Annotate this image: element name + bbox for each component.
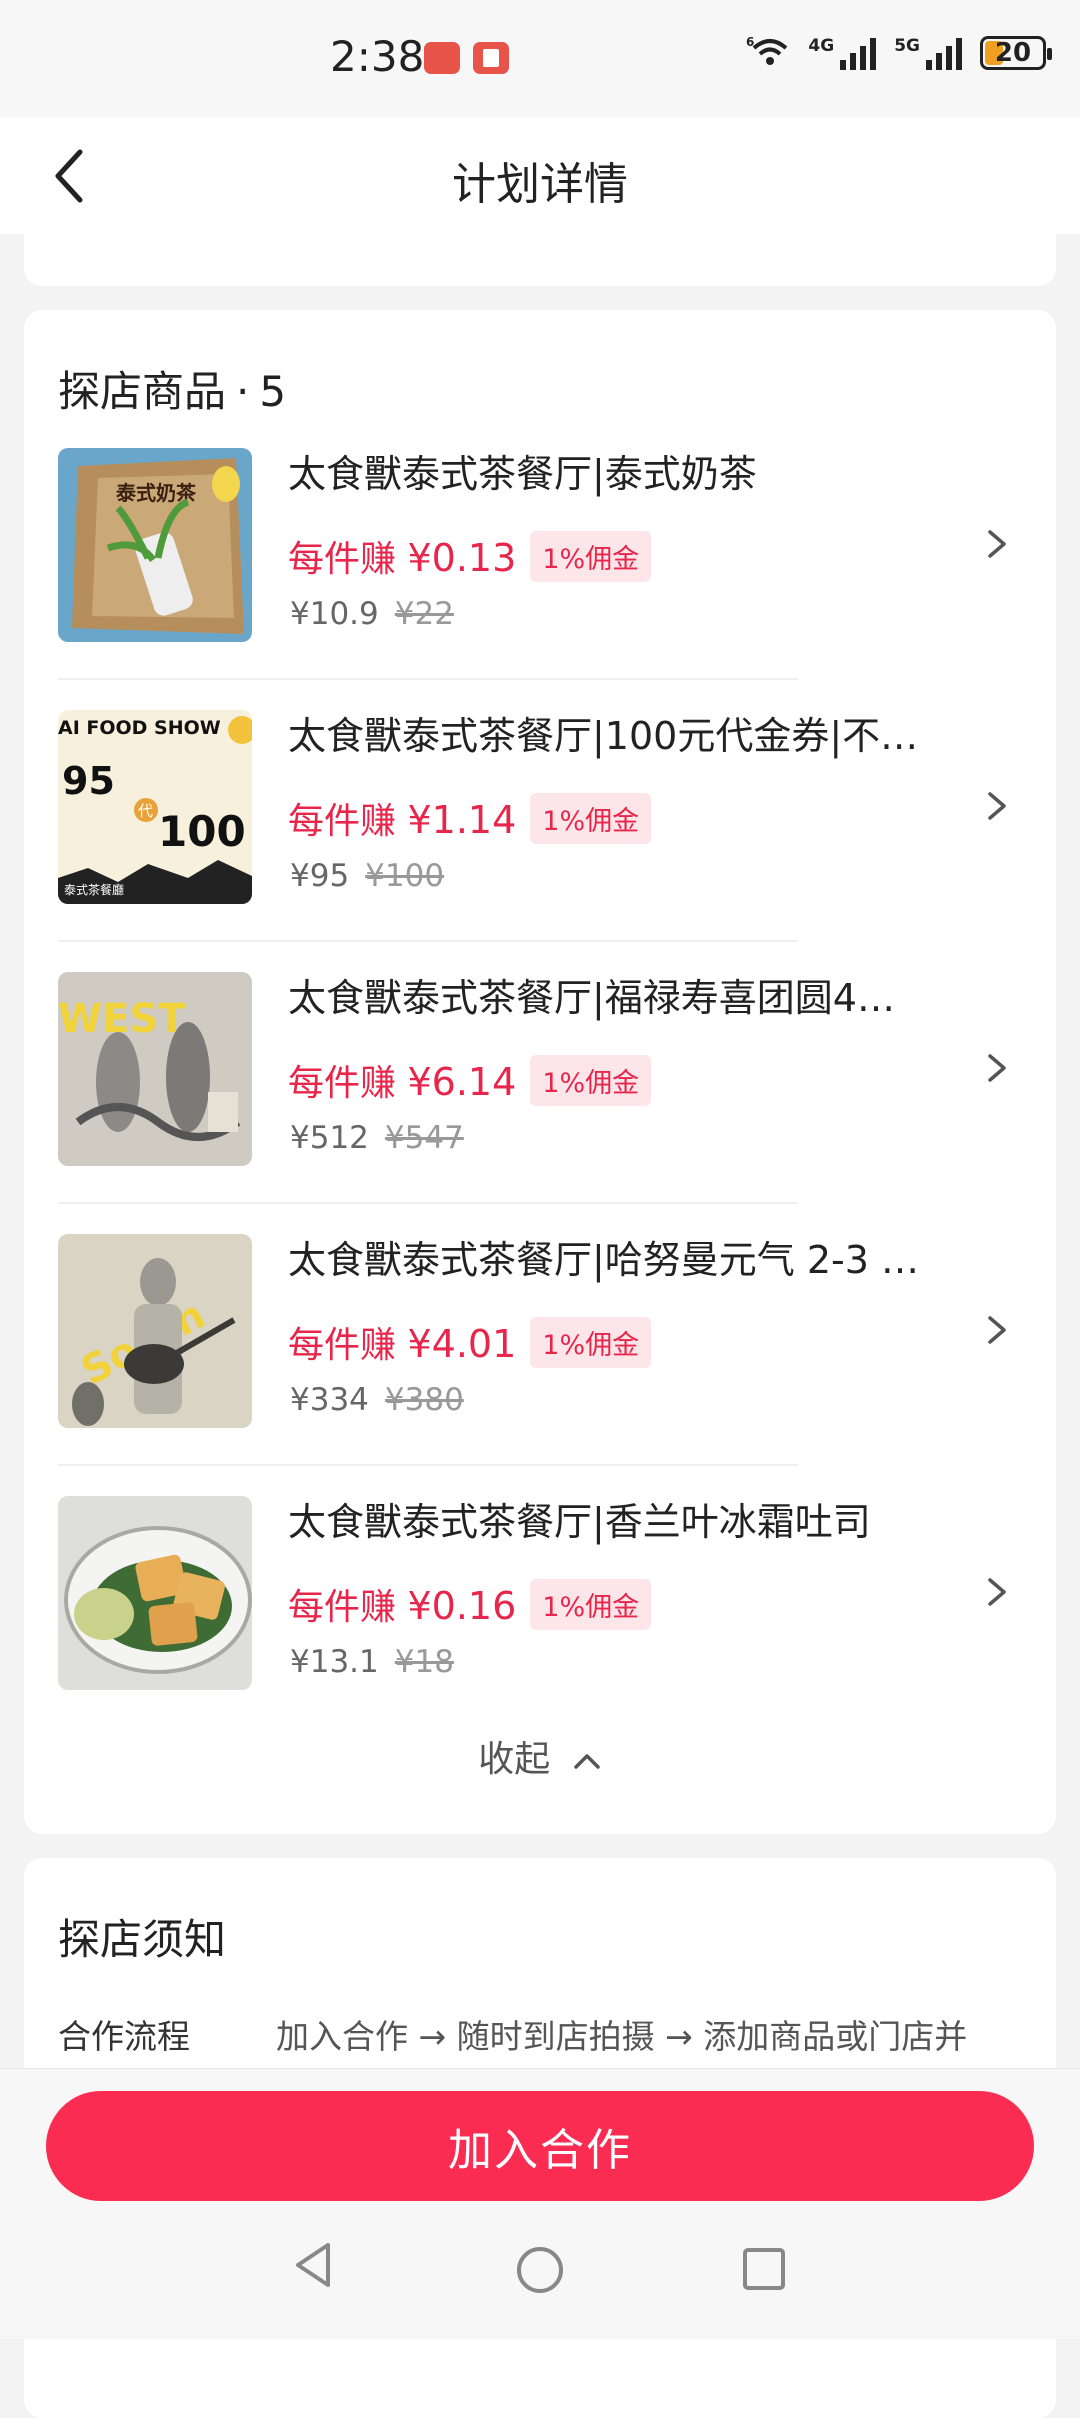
chevron-right-icon bbox=[988, 792, 1006, 820]
bottom-action-bar: 加入合作 bbox=[0, 2068, 1080, 2339]
svg-text:泰式茶餐廳: 泰式茶餐廳 bbox=[64, 882, 124, 897]
chevron-right-icon bbox=[988, 1054, 1006, 1082]
collapse-button[interactable]: 收起 bbox=[24, 1730, 1056, 1782]
commission-badge: 1%佣金 bbox=[530, 1054, 652, 1106]
battery-icon: 20 bbox=[980, 36, 1052, 70]
current-price: ¥10.9 bbox=[290, 596, 379, 632]
svg-text:100: 100 bbox=[158, 807, 246, 856]
original-price: ¥18 bbox=[394, 1644, 454, 1680]
chevron-right-icon bbox=[988, 1578, 1006, 1606]
join-cooperation-button[interactable]: 加入合作 bbox=[46, 2091, 1034, 2201]
clock: 2:38 bbox=[330, 32, 425, 81]
product-thumbnail: South bbox=[58, 1234, 252, 1428]
products-card: 探店商品 · 5 泰式奶茶 太食獸泰式茶餐厅|泰式奶茶 每件赚 ¥0.13 1%佣金… bbox=[24, 310, 1056, 1834]
nav-home-icon[interactable] bbox=[515, 2245, 565, 2295]
earn-amount: ¥0.16 bbox=[407, 1584, 517, 1628]
earn-row: 每件赚 ¥6.14 1%佣金 bbox=[288, 1054, 652, 1106]
nav-recent-icon[interactable] bbox=[742, 2247, 786, 2291]
book-app-icon bbox=[473, 42, 509, 74]
product-item[interactable]: 泰式奶茶 太食獸泰式茶餐厅|泰式奶茶 每件赚 ¥0.13 1%佣金 ¥10.9 ¥… bbox=[58, 448, 1018, 710]
price-row: ¥512 ¥547 bbox=[290, 1120, 464, 1156]
chevron-up-icon bbox=[573, 1754, 600, 1769]
earn-row: 每件赚 ¥0.13 1%佣金 bbox=[288, 530, 652, 582]
notice-value: 加入合作 → 随时到店拍摄 → 添加商品或门店并 bbox=[276, 2017, 968, 2056]
product-item[interactable]: 太食獸泰式茶餐厅|香兰叶冰霜吐司 每件赚 ¥0.16 1%佣金 ¥13.1 ¥18 bbox=[58, 1496, 1018, 1758]
svg-text:代: 代 bbox=[138, 802, 153, 820]
section-title: 探店须知 bbox=[58, 1915, 227, 1964]
price-row: ¥334 ¥380 bbox=[290, 1382, 464, 1418]
system-nav-bar bbox=[0, 2239, 1080, 2309]
huawei-app-icon bbox=[424, 42, 460, 74]
notice-row: 合作流程 加入合作 → 随时到店拍摄 → 添加商品或门店并 bbox=[58, 2010, 967, 2058]
divider bbox=[58, 1464, 798, 1466]
earn-amount: ¥4.01 bbox=[407, 1322, 517, 1366]
product-item[interactable]: WEST 太食獸泰式茶餐厅|福禄寿喜团圆4… 每件赚 ¥6.14 1%佣金 ¥5… bbox=[58, 972, 1018, 1234]
divider bbox=[58, 678, 798, 680]
earn-row: 每件赚 ¥0.16 1%佣金 bbox=[288, 1578, 652, 1630]
app-header: 计划详情 bbox=[0, 118, 1080, 234]
product-count: 5 bbox=[259, 367, 287, 416]
current-price: ¥334 bbox=[290, 1382, 369, 1418]
divider bbox=[58, 940, 798, 942]
price-row: ¥13.1 ¥18 bbox=[290, 1644, 454, 1680]
commission-badge: 1%佣金 bbox=[530, 530, 652, 582]
product-name: 太食獸泰式茶餐厅|100元代金券|不… bbox=[288, 714, 919, 758]
signal-5g-icon: 5G bbox=[894, 36, 962, 70]
earn-amount: ¥6.14 bbox=[407, 1060, 517, 1104]
earn-label: 每件赚 bbox=[288, 1325, 397, 1366]
earn-label: 每件赚 bbox=[288, 1587, 397, 1628]
divider bbox=[58, 1202, 798, 1204]
product-thumbnail: WEST bbox=[58, 972, 252, 1166]
notice-label: 合作流程 bbox=[58, 2017, 190, 2056]
earn-label: 每件赚 bbox=[288, 539, 397, 580]
earn-label: 每件赚 bbox=[288, 1063, 397, 1104]
product-thumbnail: 泰式奶茶 bbox=[58, 448, 252, 642]
previous-card bbox=[24, 232, 1056, 286]
status-bar: 2:38 6 4G 5G 20 bbox=[0, 0, 1080, 118]
original-price: ¥547 bbox=[384, 1120, 464, 1156]
commission-badge: 1%佣金 bbox=[530, 1578, 652, 1630]
wifi-icon: 6 bbox=[746, 34, 790, 72]
earn-label: 每件赚 bbox=[288, 801, 397, 842]
product-name: 太食獸泰式茶餐厅|香兰叶冰霜吐司 bbox=[288, 1500, 871, 1544]
svg-text:AI FOOD SHOW: AI FOOD SHOW bbox=[58, 717, 221, 739]
current-price: ¥13.1 bbox=[290, 1644, 379, 1680]
earn-row: 每件赚 ¥1.14 1%佣金 bbox=[288, 792, 652, 844]
price-row: ¥10.9 ¥22 bbox=[290, 596, 454, 632]
original-price: ¥22 bbox=[394, 596, 454, 632]
product-item[interactable]: South 太食獸泰式茶餐厅|哈努曼元气 2-3 … 每件赚 ¥4.01 1%佣… bbox=[58, 1234, 1018, 1496]
product-thumbnail bbox=[58, 1496, 252, 1690]
section-title: 探店商品 · 5 bbox=[58, 367, 287, 416]
commission-badge: 1%佣金 bbox=[530, 1316, 652, 1368]
page-title: 计划详情 bbox=[452, 159, 628, 210]
price-row: ¥95 ¥100 bbox=[290, 858, 444, 894]
original-price: ¥380 bbox=[384, 1382, 464, 1418]
chevron-right-icon bbox=[988, 1316, 1006, 1344]
collapse-label: 收起 bbox=[478, 1739, 551, 1780]
chevron-right-icon bbox=[988, 530, 1006, 558]
product-thumbnail: AI FOOD SHOW 95 代 100 泰式茶餐廳 bbox=[58, 710, 252, 904]
nav-back-icon[interactable] bbox=[290, 2239, 336, 2291]
product-name: 太食獸泰式茶餐厅|泰式奶茶 bbox=[288, 452, 757, 496]
current-price: ¥512 bbox=[290, 1120, 369, 1156]
svg-text:95: 95 bbox=[62, 759, 115, 803]
product-item[interactable]: AI FOOD SHOW 95 代 100 泰式茶餐廳 太食獸泰式茶餐厅|100… bbox=[58, 710, 1018, 972]
commission-badge: 1%佣金 bbox=[530, 792, 652, 844]
earn-amount: ¥0.13 bbox=[407, 536, 517, 580]
product-name: 太食獸泰式茶餐厅|哈努曼元气 2-3 … bbox=[288, 1238, 920, 1282]
section-title-label: 探店商品 bbox=[58, 367, 227, 416]
current-price: ¥95 bbox=[290, 858, 350, 894]
signal-4g-icon: 4G bbox=[808, 36, 877, 70]
earn-amount: ¥1.14 bbox=[407, 798, 517, 842]
earn-row: 每件赚 ¥4.01 1%佣金 bbox=[288, 1316, 652, 1368]
product-name: 太食獸泰式茶餐厅|福禄寿喜团圆4… bbox=[288, 976, 895, 1020]
original-price: ¥100 bbox=[365, 858, 445, 894]
